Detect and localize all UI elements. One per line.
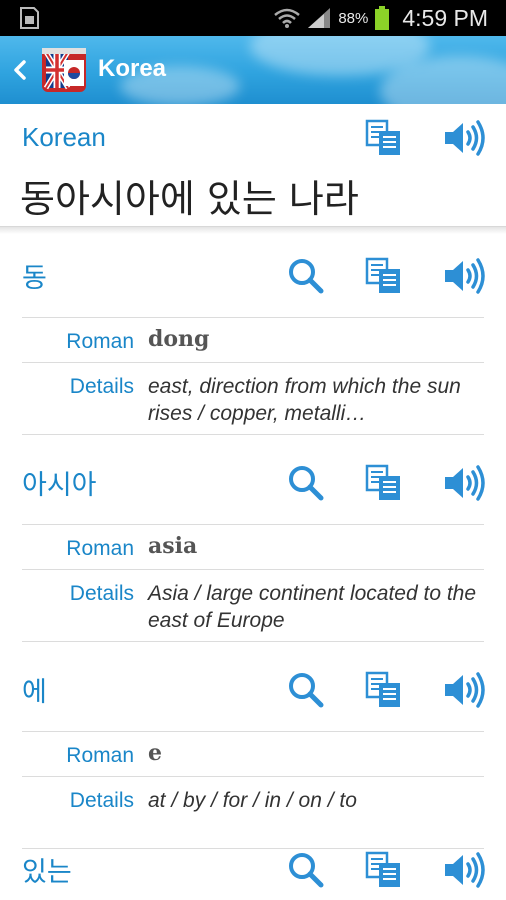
copy-icon — [365, 257, 400, 293]
word-header: 에 — [0, 650, 506, 730]
section-divider — [22, 641, 484, 642]
header-divider — [0, 226, 506, 227]
battery-percent: 88% — [338, 9, 369, 27]
search-icon — [289, 259, 324, 294]
copy-icon — [365, 671, 400, 707]
roman-row: Roman asia — [22, 524, 484, 569]
wifi-icon — [274, 8, 301, 28]
details-text: Asia / large continent located to the ea… — [148, 582, 477, 632]
clock: 4:59 PM — [402, 4, 488, 31]
speak-phrase-button[interactable] — [442, 116, 486, 160]
language-label: Korean — [22, 122, 106, 152]
romanization-text: dong — [148, 326, 210, 352]
copy-icon — [365, 464, 400, 500]
details-row: Details east, direction from which the su… — [22, 362, 484, 434]
speaker-icon — [445, 120, 485, 156]
signal-icon — [308, 8, 331, 28]
speaker-icon — [445, 258, 485, 294]
roman-row: Roman dong — [22, 317, 484, 362]
details-row: Details Asia / large continent located to… — [22, 569, 484, 641]
section-divider — [22, 434, 484, 435]
action-bar: Korea — [0, 36, 506, 104]
word-header: 있는 — [0, 830, 506, 900]
speaker-icon — [445, 852, 485, 888]
word-header: 아시아 — [0, 443, 506, 523]
speaker-icon — [445, 465, 485, 501]
copy-word-button[interactable] — [362, 461, 406, 505]
roman-label: Roman — [66, 537, 134, 560]
romanization-text: e — [148, 740, 162, 766]
copy-phrase-button[interactable] — [362, 116, 406, 160]
speak-word-button[interactable] — [442, 848, 486, 892]
speaker-icon — [445, 672, 485, 708]
app-icon[interactable] — [40, 46, 88, 94]
search-word-button[interactable] — [284, 254, 328, 298]
roman-row: Roman e — [22, 731, 484, 776]
details-label: Details — [69, 789, 134, 812]
speak-word-button[interactable] — [442, 254, 486, 298]
romanization-text: asia — [148, 533, 198, 559]
word-text: 에 — [22, 677, 47, 708]
header-shadow — [0, 226, 506, 234]
word-text: 있는 — [22, 857, 72, 888]
search-word-button[interactable] — [284, 668, 328, 712]
battery-icon — [375, 6, 390, 30]
korean-phrase: 동아시아에 있는 나라 — [20, 177, 359, 221]
phrase-header: Korean 동아시아에 있는 나라 — [0, 104, 506, 230]
roman-label: Roman — [66, 744, 134, 767]
roman-label: Roman — [66, 330, 134, 353]
word-text: 아시아 — [22, 470, 97, 501]
search-icon — [289, 853, 324, 888]
copy-word-button[interactable] — [362, 848, 406, 892]
word-header: 동 — [0, 236, 506, 316]
details-text: at / by / for / in / on / to — [148, 789, 357, 812]
copy-icon — [365, 119, 400, 155]
sd-card-icon — [20, 7, 39, 29]
search-word-button[interactable] — [284, 848, 328, 892]
search-icon — [289, 673, 324, 708]
back-icon[interactable] — [8, 54, 32, 86]
search-word-button[interactable] — [284, 461, 328, 505]
speak-word-button[interactable] — [442, 668, 486, 712]
word-text: 동 — [22, 263, 47, 294]
search-icon — [289, 466, 324, 501]
status-bar: 88% 4:59 PM — [0, 0, 506, 36]
details-text: east, direction from which the sun rises… — [148, 375, 461, 425]
copy-word-button[interactable] — [362, 254, 406, 298]
details-label: Details — [69, 582, 134, 605]
page-title: Korea — [98, 55, 167, 82]
copy-icon — [365, 851, 400, 887]
speak-word-button[interactable] — [442, 461, 486, 505]
details-label: Details — [69, 375, 134, 398]
copy-word-button[interactable] — [362, 668, 406, 712]
